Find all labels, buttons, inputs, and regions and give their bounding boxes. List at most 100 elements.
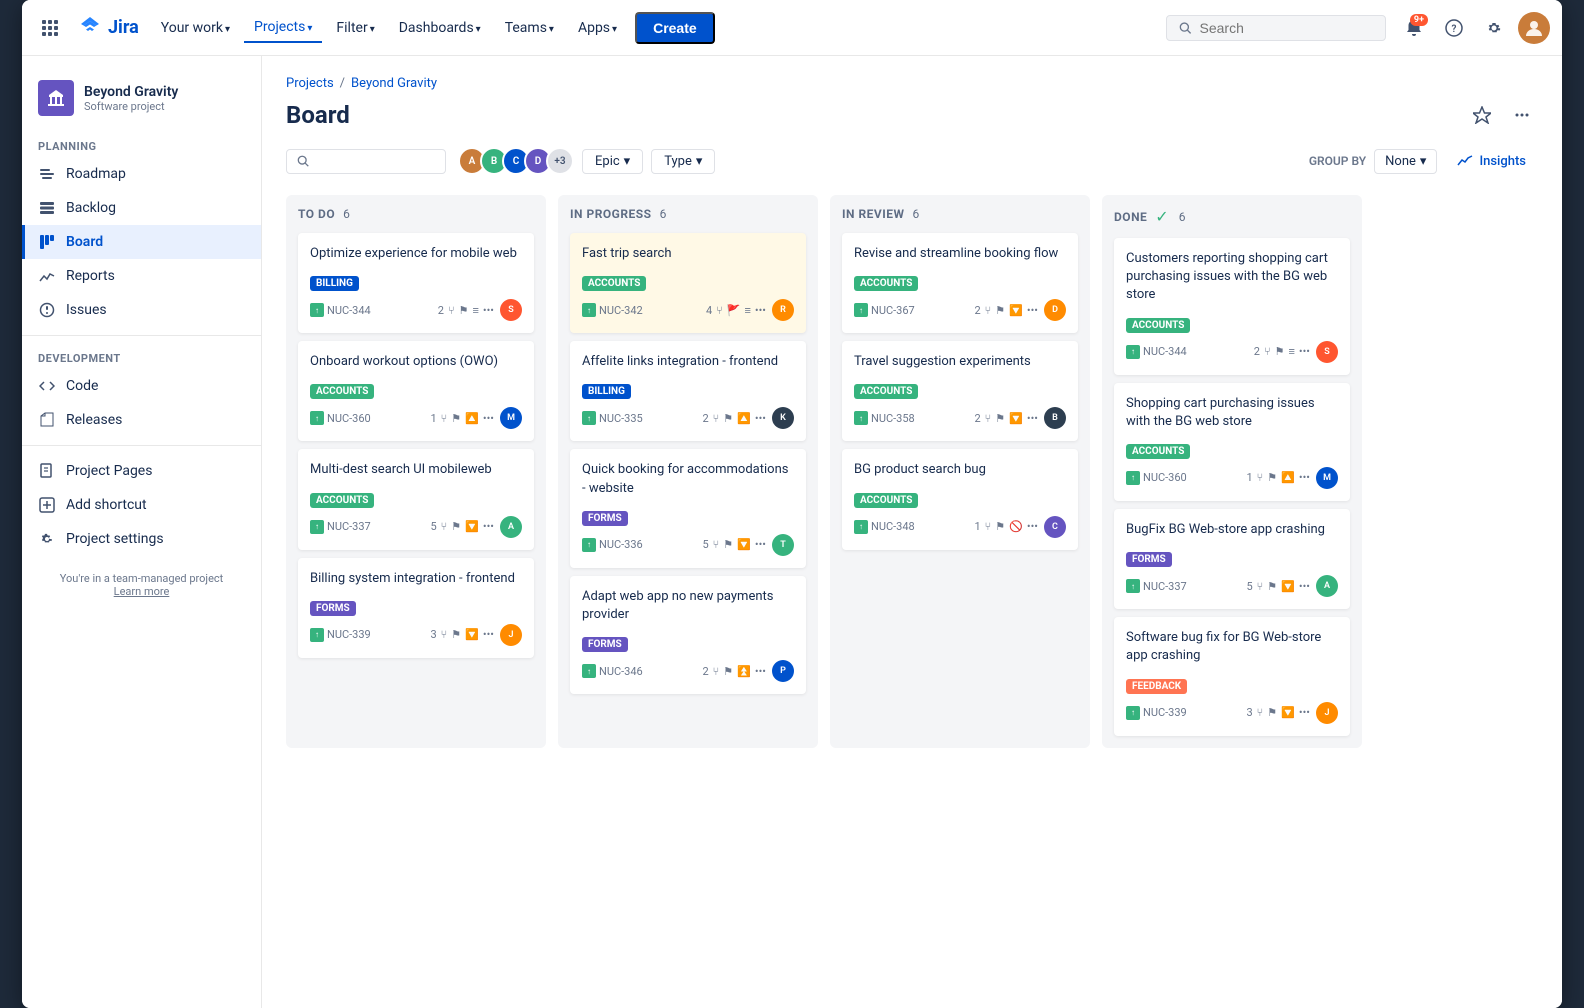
card-avatar: A [1316,575,1338,597]
sidebar-item-releases[interactable]: Releases [22,403,261,437]
issue-icon: ↑ [582,538,596,552]
search-icon [1179,21,1192,35]
card-c15[interactable]: Software bug fix for BG Web-store app cr… [1114,617,1350,735]
notifications-button[interactable]: 9+ [1398,12,1430,44]
help-button[interactable]: ? [1438,12,1470,44]
epic-filter[interactable]: Epic ▾ [582,149,643,174]
development-section: DEVELOPMENT [22,344,261,369]
card-c3[interactable]: Multi-dest search UI mobileweb ACCOUNTS … [298,449,534,549]
sidebar-divider-2 [22,445,261,446]
card-c12[interactable]: Customers reporting shopping cart purcha… [1114,238,1350,375]
avatar-extra[interactable]: +3 [546,147,574,175]
card-badge: ACCOUNTS [310,493,374,508]
card-footer: ↑ NUC-360 1⑂⚑🔼••• M [310,407,522,429]
card-c13[interactable]: Shopping cart purchasing issues with the… [1114,383,1350,501]
insights-button[interactable]: Insights [1445,149,1538,173]
card-footer: ↑ NUC-339 3⑂⚑🔽••• J [310,624,522,646]
card-c2[interactable]: Onboard workout options (OWO) ACCOUNTS ↑… [298,341,534,441]
grid-icon[interactable] [34,12,66,44]
project-breadcrumb[interactable]: Beyond Gravity [351,76,437,91]
star-button[interactable] [1466,99,1498,131]
search-box[interactable] [1166,15,1386,41]
learn-more-link[interactable]: Learn more [114,585,170,598]
search-input[interactable] [1200,20,1373,36]
sidebar-item-backlog[interactable]: Backlog [22,191,261,225]
card-title: Affelite links integration - frontend [582,353,794,371]
create-button[interactable]: Create [635,12,715,44]
card-title: Optimize experience for mobile web [310,245,522,263]
column-header-inprogress: IN PROGRESS 6 [570,207,806,221]
card-title: BG product search bug [854,461,1066,479]
projects-menu[interactable]: Projects▾ [244,13,322,43]
card-c10[interactable]: Travel suggestion experiments ACCOUNTS ↑… [842,341,1078,441]
groupby-select[interactable]: None ▾ [1374,149,1437,174]
sidebar-item-roadmap[interactable]: Roadmap [22,157,261,191]
releases-icon [38,411,56,429]
card-footer: ↑ NUC-337 5⑂⚑🔽••• A [1126,575,1338,597]
card-c1[interactable]: Optimize experience for mobile web BILLI… [298,233,534,333]
card-c6[interactable]: Affelite links integration - frontend BI… [570,341,806,441]
sidebar-item-code[interactable]: Code [22,369,261,403]
column-title-inprogress: IN PROGRESS [570,207,652,221]
apps-menu[interactable]: Apps▾ [568,14,627,42]
card-meta: 5⑂⚑🔽••• [1246,580,1310,593]
teams-menu[interactable]: Teams▾ [495,14,564,42]
card-avatar: T [772,534,794,556]
topnav: Jira Your work▾ Projects▾ Filter▾ Dashbo… [22,0,1562,56]
main-content: Projects / Beyond Gravity Board [262,56,1562,1008]
column-todo: TO DO 6 Optimize experience for mobile w… [286,195,546,748]
card-footer: ↑ NUC-344 2⑂⚑≡••• S [1126,341,1338,363]
card-avatar: S [1316,341,1338,363]
issue-icon: ↑ [310,411,324,425]
planning-section: PLANNING [22,132,261,157]
card-c4[interactable]: Billing system integration - frontend FO… [298,558,534,658]
issue-id: ↑ NUC-337 [310,520,371,534]
column-header-done: DONE ✓ 6 [1114,207,1350,226]
more-options-button[interactable] [1506,99,1538,131]
dashboards-menu[interactable]: Dashboards▾ [389,14,491,42]
projects-breadcrumb[interactable]: Projects [286,76,334,91]
sidebar-item-issues[interactable]: Issues [22,293,261,327]
card-c8[interactable]: Adapt web app no new payments provider F… [570,576,806,694]
groupby-label: GROUP BY [1309,154,1366,168]
card-c14[interactable]: BugFix BG Web-store app crashing FORMS ↑… [1114,509,1350,609]
notification-badge: 9+ [1410,14,1428,26]
code-label: Code [66,378,98,394]
column-title-todo: TO DO [298,207,335,221]
jira-logo[interactable]: Jira [70,16,147,40]
card-avatar: J [500,624,522,646]
toolbar-right: GROUP BY None ▾ Insights [1309,149,1538,174]
issue-icon: ↑ [854,303,868,317]
card-avatar: B [1044,407,1066,429]
filter-menu[interactable]: Filter▾ [326,14,384,42]
sidebar-item-project-settings[interactable]: Project settings [22,522,261,556]
column-header-inreview: IN REVIEW 6 [842,207,1078,221]
column-header-todo: TO DO 6 [298,207,534,221]
svg-text:?: ? [1452,24,1457,35]
card-c7[interactable]: Quick booking for accommodations - websi… [570,449,806,567]
card-c11[interactable]: BG product search bug ACCOUNTS ↑ NUC-348… [842,449,1078,549]
sidebar-item-board[interactable]: Board [22,225,261,259]
issue-id: ↑ NUC-348 [854,520,915,534]
card-meta: 2⑂⚑🔼••• [702,412,766,425]
sidebar-item-reports[interactable]: Reports [22,259,261,293]
cards-inprogress: Fast trip search ACCOUNTS ↑ NUC-342 4⑂🚩≡… [570,233,806,694]
your-work-menu[interactable]: Your work▾ [151,14,240,42]
card-c5[interactable]: Fast trip search ACCOUNTS ↑ NUC-342 4⑂🚩≡… [570,233,806,333]
sidebar-item-add-shortcut[interactable]: Add shortcut [22,488,261,522]
card-title: BugFix BG Web-store app crashing [1126,521,1338,539]
chevron-down-icon: ▾ [612,24,617,35]
type-filter[interactable]: Type ▾ [651,149,715,174]
settings-button[interactable] [1478,12,1510,44]
user-avatar[interactable] [1518,12,1550,44]
sidebar-item-project-pages[interactable]: Project Pages [22,454,261,488]
type-label: Type [664,154,692,169]
card-avatar: J [1316,702,1338,724]
issue-id: ↑ NUC-336 [582,538,643,552]
board-search[interactable] [286,149,446,174]
card-c9[interactable]: Revise and streamline booking flow ACCOU… [842,233,1078,333]
card-meta: 5⑂⚑🔽••• [430,520,494,533]
board-search-input[interactable] [315,154,435,169]
column-title-done: DONE [1114,210,1147,224]
card-title: Software bug fix for BG Web-store app cr… [1126,629,1338,665]
